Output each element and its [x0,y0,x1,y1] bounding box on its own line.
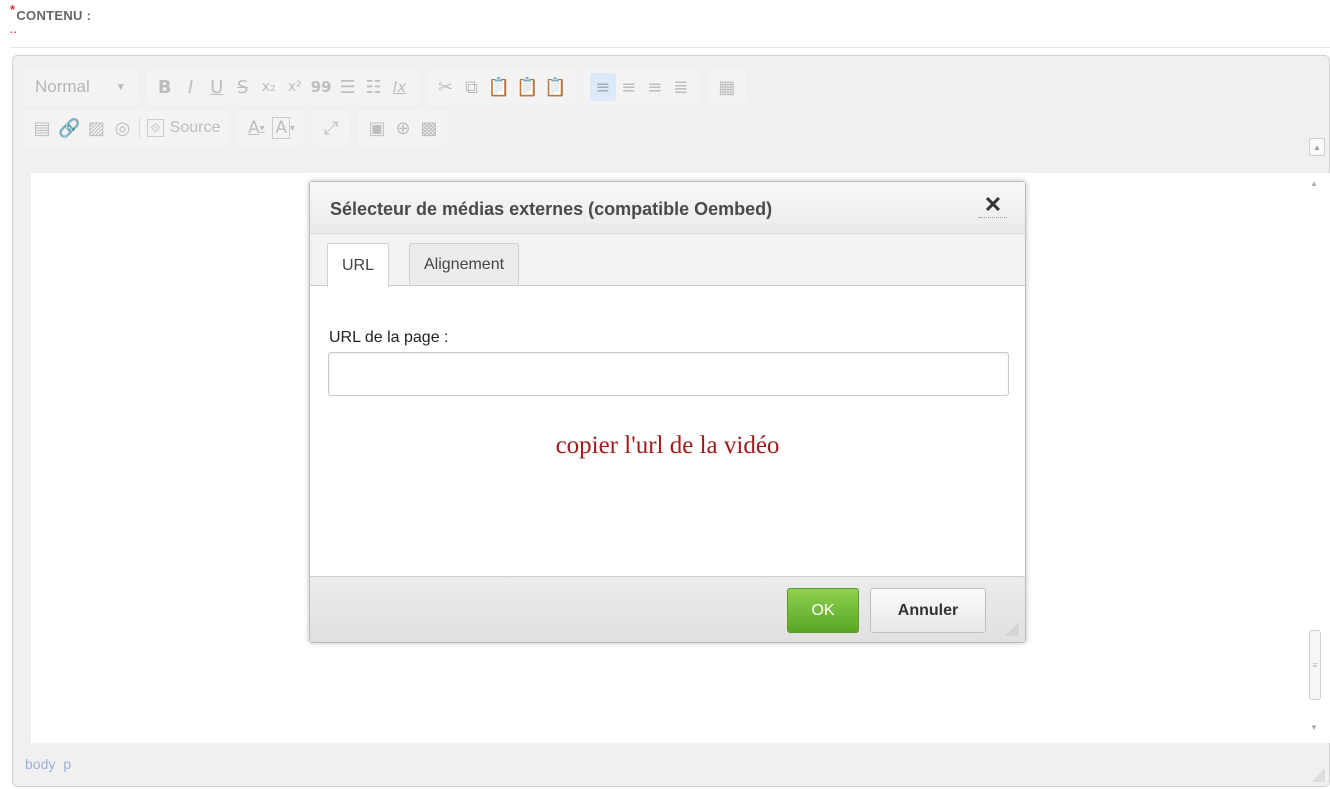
url-input[interactable] [328,352,1009,396]
media-dialog: Sélecteur de médias externes (compatible… [309,181,1026,643]
scroll-up-arrow-icon[interactable]: ▲ [1307,179,1321,193]
tab-alignement[interactable]: Alignement [409,243,520,285]
dialog-header[interactable]: Sélecteur de médias externes (compatible… [310,182,1025,234]
align-group: ≡ ≡ ≡ ≣ [583,69,700,105]
underline-button[interactable]: U [204,73,230,101]
superscript-button[interactable]: x² [282,73,308,101]
text-color-label: A [248,118,260,138]
dialog-title: Sélecteur de médias externes (compatible… [330,199,773,219]
subscript-button[interactable]: x₂ [256,73,282,101]
maximize-group: ⤢ [312,110,351,146]
dialog-tabs: URL Alignement [310,234,1025,287]
toolbar-row-2: ▤ 🔗 ▨ ◎ ⟐ Source A ▾ A ▾ ⤢ ▣ ⊕ ▩ [23,110,449,146]
paste-word-icon[interactable]: 📋 [541,73,569,101]
path-item-p[interactable]: p [63,756,71,772]
dialog-footer: OK Annuler [310,576,1025,642]
path-item-body[interactable]: body [25,756,55,772]
field-label-text: CONTENU : [16,8,92,23]
cut-icon[interactable]: ✂ [433,73,459,101]
media-icon[interactable]: ◎ [109,114,135,142]
hint-text: copier l'url de la vidéo [555,432,780,459]
align-right-icon[interactable]: ≡ [642,73,668,101]
link-icon[interactable]: 🔗 [55,114,83,142]
clipboard-group: ✂ ⧉ 📋 📋 📋 [426,69,576,105]
scroll-down-arrow-icon[interactable]: ▼ [1307,723,1321,737]
required-dots: .. [10,25,18,36]
cancel-button[interactable]: Annuler [870,588,986,633]
table-group: ▦ [707,69,746,105]
basic-styles-group: B I U S x₂ x² 99 ☰ ☷ Ix [145,69,419,105]
oembed-icon[interactable]: ▩ [416,114,442,142]
align-justify-icon[interactable]: ≣ [668,73,694,101]
maximize-icon[interactable]: ⤢ [318,114,344,142]
blockquote-button[interactable]: 99 [308,73,335,101]
bg-color-button[interactable]: A ▾ [269,114,298,142]
close-icon[interactable]: ✕ [979,192,1007,218]
align-center-icon[interactable]: ≡ [616,73,642,101]
vertical-scrollbar[interactable]: ▲ ≡ ▼ [1297,173,1330,743]
paste-text-icon[interactable]: 📋 [513,73,541,101]
table-icon[interactable]: ▦ [714,73,740,101]
scrollbar-thumb[interactable]: ≡ [1309,630,1321,700]
paste-icon[interactable]: 📋 [485,73,513,101]
source-icon: ⟐ [147,119,164,137]
field-label: *CONTENU : .. [10,2,92,36]
bullet-list-button[interactable]: ☷ [361,73,387,101]
separator [139,118,141,138]
widget-icon[interactable]: ▣ [364,114,390,142]
source-button[interactable]: ⟐ Source [144,114,223,142]
dialog-resize-handle[interactable] [1003,620,1019,636]
format-group: Normal ▼ [23,69,138,105]
numbered-list-button[interactable]: ☰ [335,73,361,101]
image-icon[interactable]: ▨ [83,114,109,142]
document-icon[interactable]: ▤ [29,114,55,142]
color-group: A ▾ A ▾ [237,110,305,146]
tab-url[interactable]: URL [327,243,390,287]
format-combo[interactable]: Normal ▼ [29,73,132,101]
add-tag-icon[interactable]: ⊕ [390,114,416,142]
insert-group: ▤ 🔗 ▨ ◎ ⟐ Source [23,110,230,146]
remove-format-button[interactable]: Ix [387,73,413,101]
italic-button[interactable]: I [178,73,204,101]
chevron-down-icon: ▾ [290,122,296,134]
align-left-icon[interactable]: ≡ [589,73,616,101]
strike-button[interactable]: S [230,73,256,101]
required-marker: * [10,2,16,17]
chevron-down-icon: ▼ [115,81,126,93]
dialog-body: URL de la page : copier l'url de la vidé… [310,286,1025,576]
scroll-up-icon[interactable]: ▲ [1309,138,1325,156]
text-color-button[interactable]: A ▾ [243,114,269,142]
widgets-group: ▣ ⊕ ▩ [358,110,449,146]
editor-resize-handle[interactable] [1311,768,1325,782]
ok-button[interactable]: OK [787,588,859,633]
bg-color-label: A [272,117,291,139]
element-path: body p [25,756,79,772]
divider [10,47,1330,48]
toolbar-row-1: Normal ▼ B I U S x₂ x² 99 ☰ ☷ Ix ✂ ⧉ 📋 📋… [23,69,746,105]
chevron-down-icon: ▾ [259,122,265,134]
copy-icon[interactable]: ⧉ [459,73,485,101]
url-label: URL de la page : [329,329,449,346]
bold-button[interactable]: B [152,73,178,101]
source-label: Source [169,119,221,136]
format-combo-value: Normal [35,77,90,96]
